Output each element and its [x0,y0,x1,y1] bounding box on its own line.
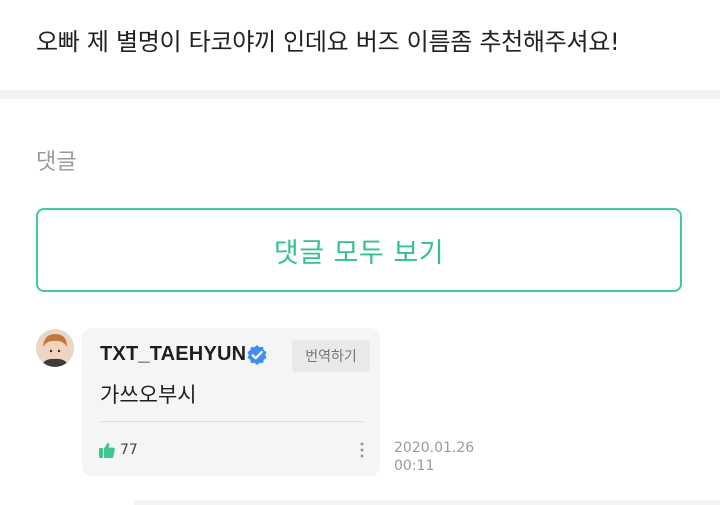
comment-date: 2020.01.26 [394,440,475,456]
view-all-comments-label: 댓글 모두 보기 [273,237,445,269]
post-text: 오빠 제 별명이 타코야끼 인데요 버즈 이름좀 추천해주셔요! [36,28,620,56]
comment-timestamp: 2020.01.26 00:11 [394,439,474,475]
like-count: 77 [120,442,138,458]
translate-button[interactable]: 번역하기 [292,340,370,372]
section-divider [0,90,720,99]
next-comment-edge [134,500,720,505]
comments-heading: 댓글 [36,150,77,175]
more-vertical-icon[interactable] [358,440,366,460]
comment-bubble: TXT_TAEHYUN 번역하기 가쓰오부시 77 [82,328,380,476]
comment-text: 가쓰오부시 [100,383,197,407]
comment-username[interactable]: TXT_TAEHYUN [100,343,246,366]
comment-time: 00:11 [394,458,435,474]
verified-badge-icon [247,345,267,365]
comment-divider [100,421,364,422]
thumbs-up-icon[interactable] [98,441,116,459]
avatar[interactable] [36,329,74,367]
view-all-comments-button[interactable]: 댓글 모두 보기 [36,208,682,292]
